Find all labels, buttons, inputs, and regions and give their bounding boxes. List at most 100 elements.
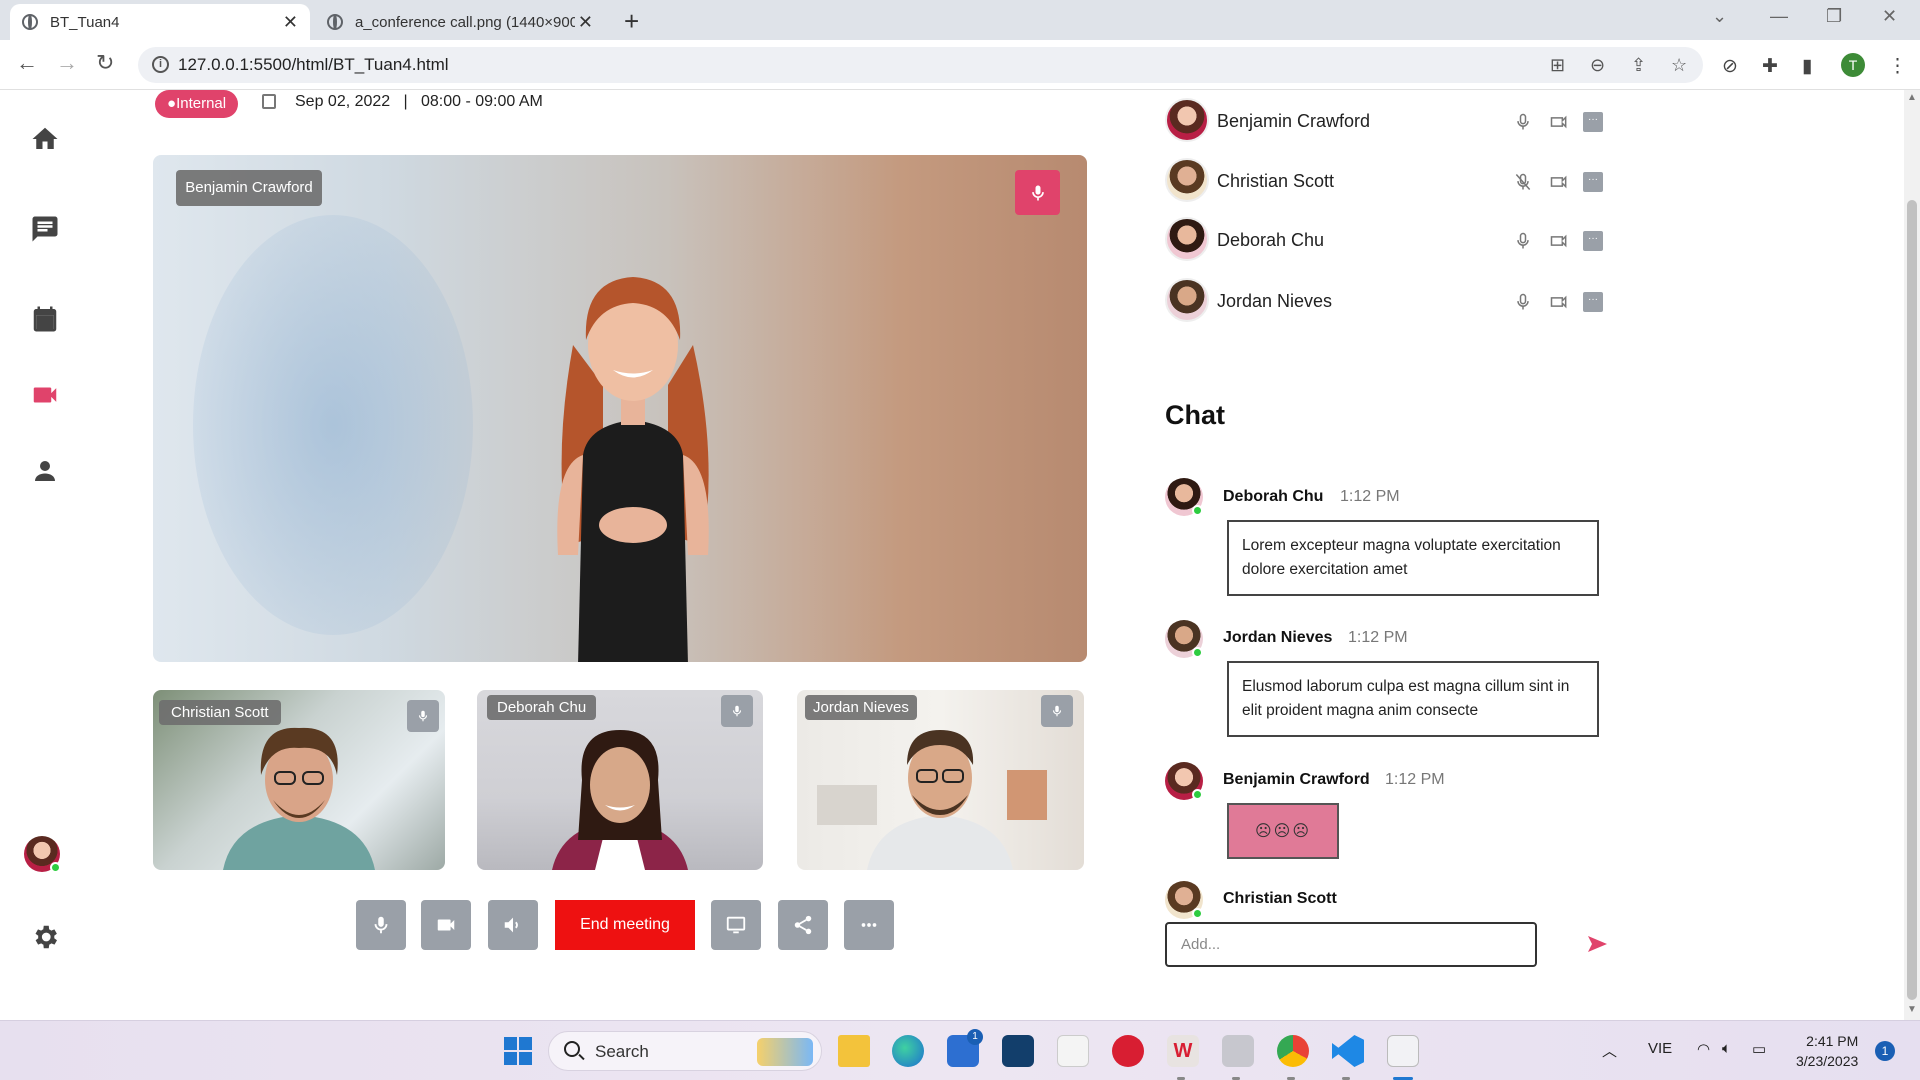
mic-toggle-button[interactable] [356,900,406,950]
thumbnail-mic-button[interactable] [721,695,753,727]
url-text[interactable]: 127.0.0.1:5500/html/BT_Tuan4.html [178,55,449,75]
wifi-icon[interactable]: ◠ [1697,1040,1710,1058]
info-icon[interactable]: i [152,56,169,73]
microphone-icon [374,916,388,934]
reload-button[interactable]: ↻ [96,50,114,76]
taskbar-search[interactable]: Search [548,1031,822,1071]
forward-button[interactable]: → [56,50,78,76]
minimize-button[interactable]: — [1770,6,1788,27]
tab-conference-call[interactable]: a_conference call.png (1440×900) ✕ [315,4,605,40]
scroll-up-icon[interactable]: ▲ [1907,92,1917,103]
thumbnail-mic-button[interactable] [1041,695,1073,727]
scroll-down-icon[interactable]: ▼ [1907,1004,1917,1015]
extensions-icon[interactable]: ✚ [1762,55,1778,78]
more-options-icon[interactable]: ··· [1583,172,1603,192]
notification-badge[interactable]: 1 [1875,1041,1895,1061]
chat-input[interactable] [1165,922,1537,967]
side-panel-icon[interactable]: ▮ [1802,55,1812,78]
more-options-icon[interactable]: ··· [1583,231,1603,251]
profile-avatar[interactable]: T [1841,53,1865,77]
restore-button[interactable]: ❐ [1826,6,1842,27]
thumbnail-mic-button[interactable] [407,700,439,732]
meeting-time: 08:00 - 09:00 AM [421,93,543,110]
app-icon-gray[interactable] [1222,1035,1254,1067]
chat-message-bubble: Lorem excepteur magna voluptate exercita… [1227,520,1599,596]
main-video-feed[interactable]: Benjamin Crawford [153,155,1087,662]
chat-icon[interactable] [28,212,62,246]
more-options-button[interactable] [844,900,894,950]
video-camera-icon[interactable] [28,378,62,412]
chat-composer-user: Christian Scott [1223,890,1337,907]
chevron-up-icon[interactable]: ︿ [1602,1040,1617,1061]
close-icon[interactable]: ✕ [578,12,593,33]
microphone-icon[interactable] [1511,229,1535,253]
speaker-toggle-button[interactable] [488,900,538,950]
chat-avatar [1165,762,1203,800]
tab-bt-tuan4[interactable]: BT_Tuan4 ✕ [10,4,310,40]
translate-icon[interactable]: ⊞ [1550,55,1565,76]
zoom-icon[interactable]: ⊖ [1590,55,1605,76]
thumbnail-video-christian[interactable]: Christian Scott [153,690,445,870]
microsoft-store-icon[interactable]: 1 [947,1029,983,1067]
video-camera-icon[interactable] [1547,110,1571,134]
send-icon[interactable] [1585,932,1609,956]
windows-start-icon[interactable] [502,1035,534,1067]
chat-timestamp: 1:12 PM [1385,771,1445,788]
omnibox[interactable]: i 127.0.0.1:5500/html/BT_Tuan4.html ⊞ ⊖ … [138,47,1703,83]
microphone-muted-icon[interactable] [1511,170,1535,194]
online-status-dot [50,862,61,873]
battery-icon[interactable]: ▭ [1752,1040,1766,1058]
close-icon[interactable]: ✕ [283,12,298,33]
close-window-button[interactable]: ✕ [1882,6,1897,27]
background-blur [193,215,473,635]
end-meeting-button[interactable]: End meeting [555,900,695,950]
app-icon-dark[interactable] [1002,1035,1034,1067]
compass-icon[interactable]: ⊘ [1722,55,1738,78]
scrollbar-thumb[interactable] [1907,200,1917,1000]
settings-gear-icon[interactable] [28,920,62,954]
thumbnail-video-deborah[interactable]: Deborah Chu [477,690,763,870]
participant-row: Deborah Chu ··· [1165,217,1615,263]
microphone-icon[interactable] [1511,290,1535,314]
video-camera-icon[interactable] [1547,290,1571,314]
share-icon[interactable]: ⇪ [1631,55,1646,76]
file-explorer-icon[interactable] [838,1035,870,1067]
new-tab-button[interactable]: + [624,6,639,37]
system-clock[interactable]: 2:41 PM 3/23/2023 [1796,1031,1858,1071]
bookmark-star-icon[interactable]: ☆ [1671,55,1687,76]
badge-label: Internal [176,95,227,112]
microphone-icon[interactable] [1511,110,1535,134]
thumbnail-name-label: Christian Scott [159,700,281,725]
chevron-down-icon[interactable]: ⌄ [1712,6,1727,27]
snipping-tool-icon[interactable] [1387,1035,1419,1067]
screen-icon [726,916,746,934]
share-button[interactable] [778,900,828,950]
chat-timestamp: 1:12 PM [1348,629,1408,646]
online-status-dot [1192,789,1203,800]
chrome-icon[interactable] [1277,1035,1309,1067]
volume-icon[interactable]: 🔈︎ [1722,1040,1731,1057]
home-icon[interactable] [28,122,62,156]
chat-sender-name: Deborah Chu [1223,488,1324,505]
camera-toggle-button[interactable] [421,900,471,950]
screen-share-button[interactable] [711,900,761,950]
thumbnail-video-jordan[interactable]: Jordan Nieves [797,690,1084,870]
back-button[interactable]: ← [16,50,38,76]
clock-date: 3/23/2023 [1796,1053,1859,1069]
language-indicator[interactable]: VIE [1648,1040,1672,1057]
more-options-icon[interactable]: ··· [1583,292,1603,312]
app-icon-red[interactable] [1112,1035,1144,1067]
video-camera-icon[interactable] [1547,170,1571,194]
page-scrollbar[interactable]: ▲ ▼ [1904,90,1920,1020]
video-camera-icon[interactable] [1547,229,1571,253]
menu-kebab-icon[interactable]: ⋮ [1888,55,1907,78]
wps-office-icon[interactable]: W [1167,1035,1199,1067]
app-icon-light[interactable] [1057,1035,1089,1067]
edge-browser-icon[interactable] [892,1035,924,1067]
vscode-icon[interactable] [1332,1035,1364,1067]
main-mic-button[interactable] [1015,170,1060,215]
current-user-avatar[interactable] [24,836,61,873]
calendar-icon[interactable] [28,302,62,336]
more-options-icon[interactable]: ··· [1583,112,1603,132]
user-icon[interactable] [28,454,62,488]
